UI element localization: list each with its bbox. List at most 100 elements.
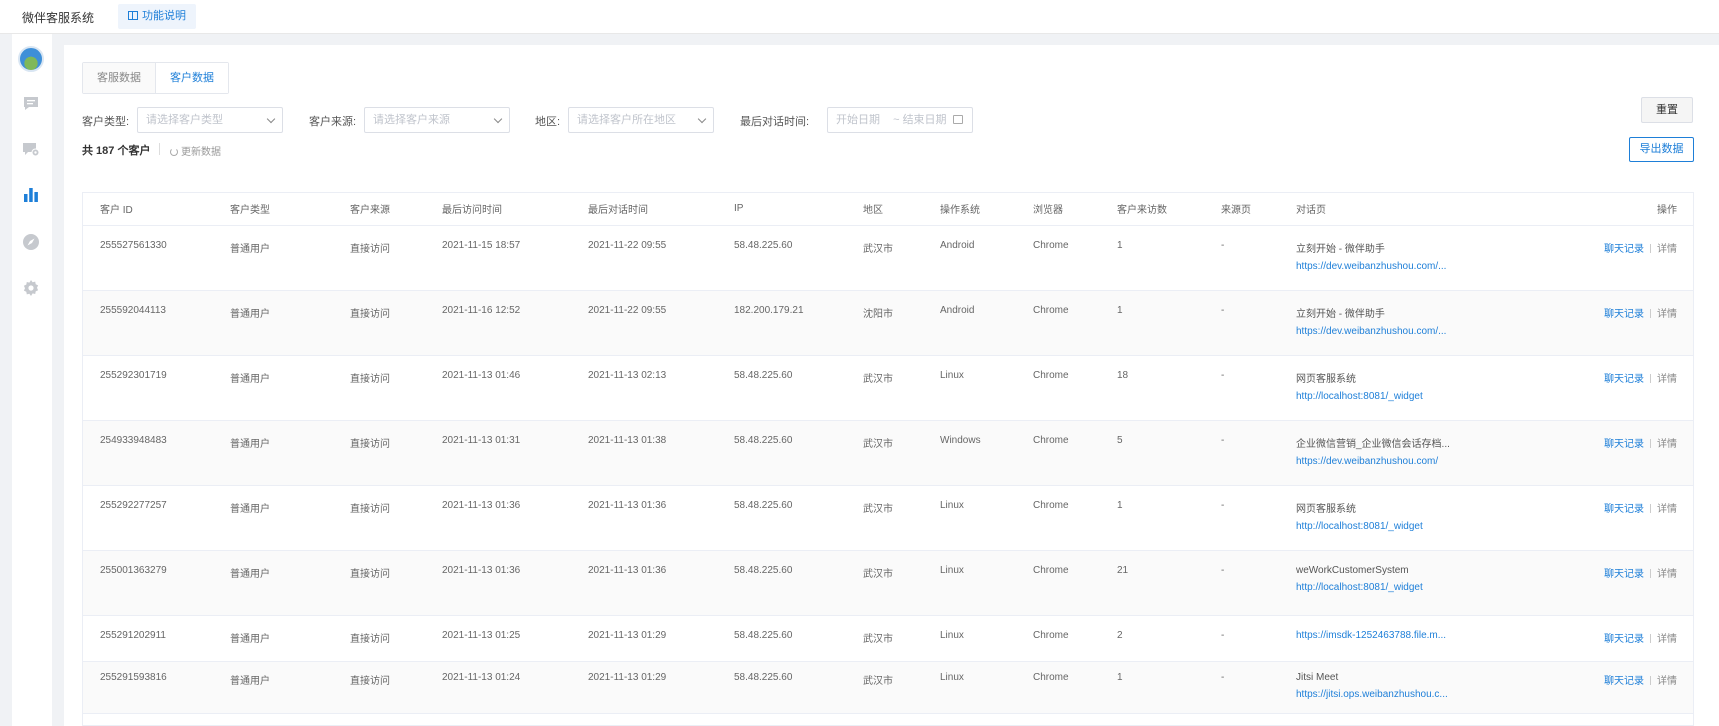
chat-page-title: weWorkCustomerSystem <box>1296 564 1409 576</box>
gear-icon[interactable] <box>22 279 40 297</box>
reset-button[interactable]: 重置 <box>1641 97 1693 123</box>
chat-history-link[interactable]: 聊天记录 <box>1604 374 1644 385</box>
action-separator <box>1650 568 1651 578</box>
cell-source: 直接访问 <box>333 355 425 421</box>
cell-actions: 聊天记录 详情 <box>1534 355 1693 421</box>
chat-page-link[interactable]: http://localhost:8081/_widget <box>1296 521 1534 532</box>
cell-browser: Chrome <box>1016 661 1100 714</box>
cell-last-visit: 2021-11-15 18:57 <box>425 225 571 291</box>
col-header: 最后对话时间 <box>571 193 717 226</box>
help-button[interactable]: 功能说明 <box>118 4 196 29</box>
cell-last-chat: 2021-11-13 01:29 <box>571 615 717 662</box>
chat-history-link[interactable]: 聊天记录 <box>1604 504 1644 515</box>
detail-link[interactable]: 详情 <box>1657 439 1677 450</box>
export-button[interactable]: 导出数据 <box>1629 137 1694 162</box>
chat-page-title: 立刻开始 - 微伴助手 <box>1296 243 1385 255</box>
cell-ref: - <box>1204 485 1279 551</box>
avatar[interactable] <box>18 46 44 72</box>
cell-type: 普通用户 <box>213 615 333 662</box>
cell-type: 普通用户 <box>213 290 333 356</box>
table-row: 255291593816 普通用户 直接访问 2021-11-13 01:24 2021… <box>83 661 1693 714</box>
col-header: 最后访问时间 <box>425 193 571 226</box>
cell-browser: Chrome <box>1016 355 1100 421</box>
col-header: IP <box>717 193 846 226</box>
chat-page-link[interactable]: https://dev.weibanzhushou.com/... <box>1296 261 1534 272</box>
chat-history-link[interactable]: 聊天记录 <box>1604 676 1644 687</box>
cell-last-chat: 2021-11-13 01:38 <box>571 420 717 486</box>
cell-chat-page: 网页客服系统 http://localhost:8081/_widget <box>1279 355 1534 421</box>
chat-page-link[interactable]: https://dev.weibanzhushou.com/... <box>1296 326 1534 337</box>
cell-ip: 58.48.225.60 <box>717 661 846 714</box>
tab-customer-data[interactable]: 客户数据 <box>155 63 228 93</box>
cell-browser: Chrome <box>1016 225 1100 291</box>
chat-page-link[interactable]: http://localhost:8081/_widget <box>1296 391 1534 402</box>
chevron-down-icon <box>266 114 276 124</box>
detail-link[interactable]: 详情 <box>1657 244 1677 255</box>
chat-page-link[interactable]: https://jitsi.ops.weibanzhushou.c... <box>1296 689 1534 700</box>
cell-os: Linux <box>923 485 1016 551</box>
customer-source-select[interactable]: 请选择客户来源 <box>364 107 510 133</box>
col-header: 浏览器 <box>1016 193 1100 226</box>
cell-id: 255291593816 <box>83 661 213 714</box>
detail-link[interactable]: 详情 <box>1657 504 1677 515</box>
cell-ref: - <box>1204 550 1279 616</box>
chat-history-link[interactable]: 聊天记录 <box>1604 244 1644 255</box>
cell-last-chat: 2021-11-13 02:13 <box>571 355 717 421</box>
chat-settings-icon[interactable] <box>22 140 40 158</box>
cell-ip: 58.48.225.60 <box>717 355 846 421</box>
cell-ref: - <box>1204 225 1279 291</box>
cell-os: Linux <box>923 355 1016 421</box>
cell-visits: 1 <box>1100 225 1204 291</box>
chat-page-title: 立刻开始 - 微伴助手 <box>1296 308 1385 320</box>
cell-ref: - <box>1204 661 1279 714</box>
chat-history-link[interactable]: 聊天记录 <box>1604 309 1644 320</box>
chat-history-link[interactable]: 聊天记录 <box>1604 569 1644 580</box>
cell-region: 沈阳市 <box>846 290 923 356</box>
customer-type-select[interactable]: 请选择客户类型 <box>137 107 283 133</box>
cell-source: 直接访问 <box>333 661 425 714</box>
compass-icon[interactable] <box>22 233 40 251</box>
cell-region: 武汉市 <box>846 420 923 486</box>
cell-actions: 聊天记录 详情 <box>1534 550 1693 616</box>
chat-page-link[interactable]: https://dev.weibanzhushou.com/ <box>1296 456 1534 467</box>
cell-last-chat: 2021-11-22 09:55 <box>571 225 717 291</box>
cell-os: Windows <box>923 420 1016 486</box>
message-icon[interactable] <box>22 94 40 112</box>
cell-browser: Chrome <box>1016 420 1100 486</box>
region-label: 地区: <box>535 116 561 128</box>
chat-page-title: 企业微信营销_企业微信会话存档... <box>1296 438 1450 450</box>
chat-page-link[interactable]: https://imsdk-1252463788.file.m... <box>1296 630 1534 641</box>
cell-source: 直接访问 <box>333 485 425 551</box>
help-label: 功能说明 <box>142 10 186 22</box>
cell-actions: 聊天记录 详情 <box>1534 225 1693 291</box>
cell-ref: - <box>1204 290 1279 356</box>
cell-last-chat: 2021-11-13 01:36 <box>571 550 717 616</box>
bar-chart-icon[interactable] <box>22 186 40 204</box>
cell-source: 直接访问 <box>333 550 425 616</box>
chat-history-link[interactable]: 聊天记录 <box>1604 439 1644 450</box>
cell-region: 武汉市 <box>846 355 923 421</box>
detail-link[interactable]: 详情 <box>1657 309 1677 320</box>
chat-page-link[interactable]: http://localhost:8081/_widget <box>1296 582 1534 593</box>
date-range-picker[interactable]: 开始日期 ~ 结束日期 <box>827 107 973 133</box>
detail-link[interactable]: 详情 <box>1657 569 1677 580</box>
detail-link[interactable]: 详情 <box>1657 676 1677 687</box>
cell-source: 直接访问 <box>333 615 425 662</box>
col-header: 客户类型 <box>213 193 333 226</box>
cell-source: 直接访问 <box>333 420 425 486</box>
cell-chat-page: 立刻开始 - 微伴助手 https://dev.weibanzhushou.com… <box>1279 290 1534 356</box>
tab-agent-data[interactable]: 客服数据 <box>83 63 155 93</box>
chat-history-link[interactable]: 聊天记录 <box>1604 634 1644 645</box>
start-date-placeholder: 开始日期 <box>836 114 880 126</box>
cell-id: 254933948483 <box>83 420 213 486</box>
detail-link[interactable]: 详情 <box>1657 634 1677 645</box>
region-select[interactable]: 请选择客户所在地区 <box>568 107 714 133</box>
detail-link[interactable]: 详情 <box>1657 374 1677 385</box>
cell-type: 普通用户 <box>213 420 333 486</box>
action-separator <box>1650 438 1651 448</box>
refresh-button[interactable]: 更新数据 <box>170 143 221 158</box>
chat-page-title: 网页客服系统 <box>1296 503 1356 515</box>
cell-chat-page: https://imsdk-1252463788.file.m... <box>1279 615 1534 662</box>
cell-type: 普通用户 <box>213 550 333 616</box>
cell-ip: 58.48.225.60 <box>717 225 846 291</box>
